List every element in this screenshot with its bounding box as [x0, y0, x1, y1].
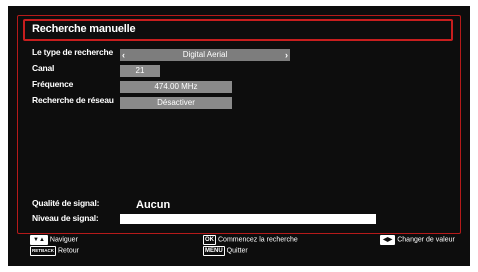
change-value-label: Changer de valeur	[397, 236, 455, 244]
menu-hint: MENU Quitter	[203, 246, 248, 256]
signal-level-label: Niveau de signal:	[32, 213, 99, 223]
page-title: Recherche manuelle	[32, 23, 136, 35]
chevron-left-icon[interactable]: ‹	[122, 49, 125, 61]
ok-key-icon: OK	[203, 235, 216, 245]
frequency-label: Fréquence	[32, 79, 74, 89]
ok-label: Commencez la recherche	[218, 236, 298, 244]
navigate-label: Naviguer	[49, 236, 78, 244]
network-search-value: Désactiver	[157, 98, 195, 107]
title-bar: Recherche manuelle	[23, 19, 453, 41]
navigate-hint: ▼▲ Naviguer	[30, 235, 78, 245]
network-search-label: Recherche de réseau	[32, 95, 114, 105]
change-value-hint: ◀▶ Changer de valeur	[380, 235, 455, 245]
channel-value: 21	[135, 66, 145, 75]
menu-label: Quitter	[226, 247, 248, 255]
signal-quality-label: Qualité de signal:	[32, 198, 100, 208]
search-type-label: Le type de recherche	[32, 47, 114, 57]
channel-label: Canal	[32, 63, 55, 73]
back-label: Retour	[58, 247, 80, 255]
signal-quality-value: Aucun	[136, 199, 171, 211]
channel-field[interactable]: 21	[120, 65, 160, 77]
ok-hint: OK Commencez la recherche	[203, 235, 298, 245]
signal-level-bar	[120, 214, 376, 224]
search-type-selector[interactable]: ‹ Digital Aerial ›	[120, 49, 290, 61]
left-right-arrows-icon: ◀▶	[380, 235, 396, 245]
return-back-key-icon: RETBACK	[30, 246, 56, 256]
back-hint: RETBACK Retour	[30, 246, 79, 256]
up-down-arrows-icon: ▼▲	[30, 235, 48, 245]
frequency-field[interactable]: 474.00 MHz	[120, 81, 232, 93]
chevron-right-icon[interactable]: ›	[285, 49, 288, 61]
tv-screen: Recherche manuelle Le type de recherche …	[8, 6, 470, 266]
search-type-value: Digital Aerial	[182, 50, 228, 59]
frequency-value: 474.00 MHz	[154, 82, 198, 91]
network-search-field[interactable]: Désactiver	[120, 97, 232, 109]
menu-key-icon: MENU	[203, 246, 225, 256]
